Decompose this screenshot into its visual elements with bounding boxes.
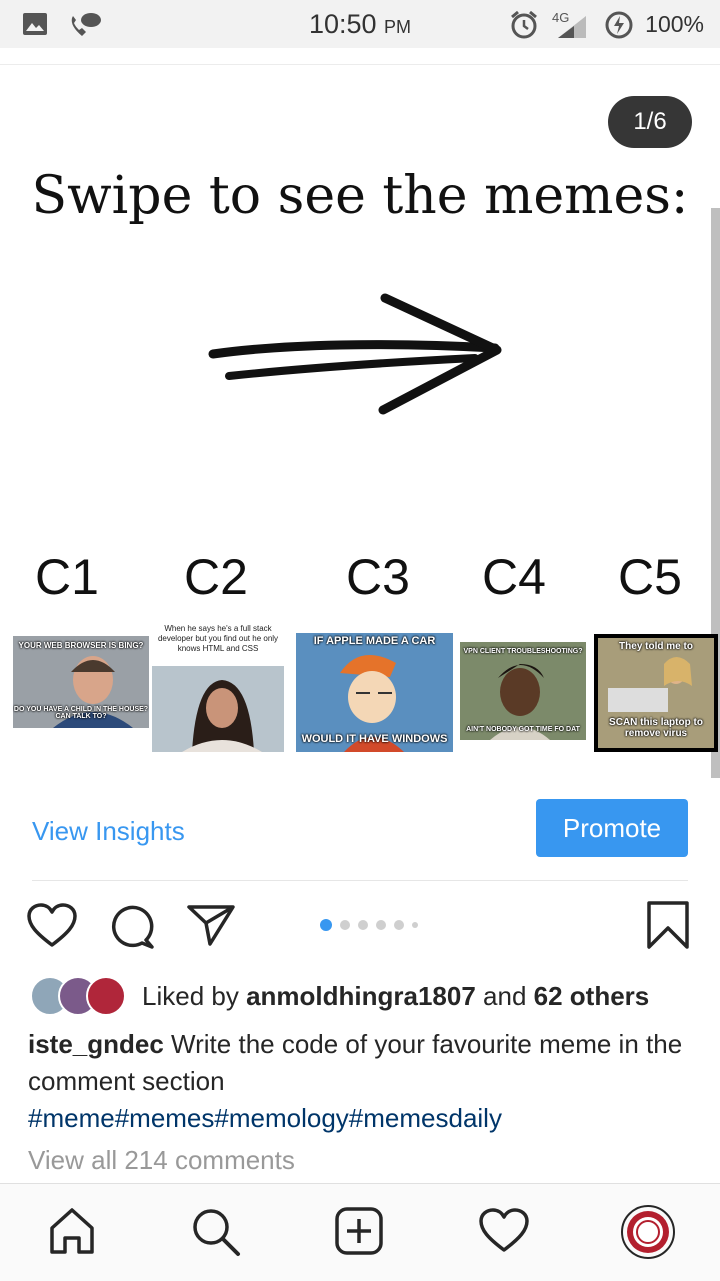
carousel-dot xyxy=(340,920,350,930)
meme-thumbnail[interactable]: VPN CLIENT TROUBLESHOOTING? AIN'T NOBODY… xyxy=(460,642,586,740)
candidate-label: C4 xyxy=(482,549,546,605)
post-headline: Swipe to see the memes: xyxy=(31,166,689,226)
home-icon[interactable] xyxy=(48,1206,96,1256)
carousel-dot-active xyxy=(320,919,332,931)
promote-button[interactable]: Promote xyxy=(536,799,688,857)
meme-thumbnail[interactable]: When he says he's a full stack developer… xyxy=(152,620,284,752)
carousel-dot xyxy=(376,920,386,930)
avatar xyxy=(86,976,126,1016)
heart-icon[interactable] xyxy=(26,903,78,949)
liker-username[interactable]: anmoldhingra1807 xyxy=(246,981,476,1011)
share-icon[interactable] xyxy=(186,903,236,947)
activity-heart-icon[interactable] xyxy=(478,1208,530,1254)
battery-saver-icon xyxy=(605,11,633,39)
slide-counter: 1/6 xyxy=(608,96,692,148)
candidate-label: C5 xyxy=(618,549,682,605)
carousel-indicator xyxy=(320,915,418,935)
alarm-icon xyxy=(511,10,537,39)
others-link[interactable]: 62 others xyxy=(534,981,650,1011)
candidate-label: C1 xyxy=(35,549,99,605)
new-post-icon[interactable] xyxy=(334,1206,384,1256)
view-insights-link[interactable]: View Insights xyxy=(32,816,185,847)
profile-avatar[interactable] xyxy=(620,1204,676,1260)
search-icon[interactable] xyxy=(190,1206,242,1258)
meme-thumbnail[interactable]: YOUR WEB BROWSER IS BING? DO YOU HAVE A … xyxy=(13,636,149,728)
carousel-dot xyxy=(394,920,404,930)
bottom-nav xyxy=(0,1183,720,1281)
liker-avatars[interactable] xyxy=(30,976,130,1016)
arrow-right-icon xyxy=(208,293,502,415)
view-all-comments-link[interactable]: View all 214 comments xyxy=(28,1145,295,1176)
meme-photo-crying-girl xyxy=(152,666,284,752)
divider xyxy=(0,64,720,65)
candidate-label: C3 xyxy=(346,549,410,605)
bookmark-icon[interactable] xyxy=(646,900,690,950)
likes-summary[interactable]: Liked by anmoldhingra1807 and 62 others xyxy=(142,981,649,1012)
carousel-dot xyxy=(358,920,368,930)
battery-percent: 100% xyxy=(645,11,704,37)
caption-hashtags[interactable]: #meme#memes#memology#memesdaily xyxy=(28,1103,502,1133)
carousel-dot xyxy=(412,922,418,928)
status-bar: 10:50 PM 4G 100% xyxy=(0,0,720,48)
meme-thumbnail[interactable]: They told me to SCAN this laptop to remo… xyxy=(594,634,718,752)
meme-thumbnail[interactable]: IF APPLE MADE A CAR WOULD IT HAVE WINDOW… xyxy=(296,633,453,752)
caption-username[interactable]: iste_gndec xyxy=(28,1029,164,1059)
candidate-label: C2 xyxy=(184,549,248,605)
post-caption: iste_gndec Write the code of your favour… xyxy=(28,1029,683,1133)
signal-icon xyxy=(558,16,586,38)
divider xyxy=(32,880,688,881)
comment-icon[interactable] xyxy=(108,903,156,949)
